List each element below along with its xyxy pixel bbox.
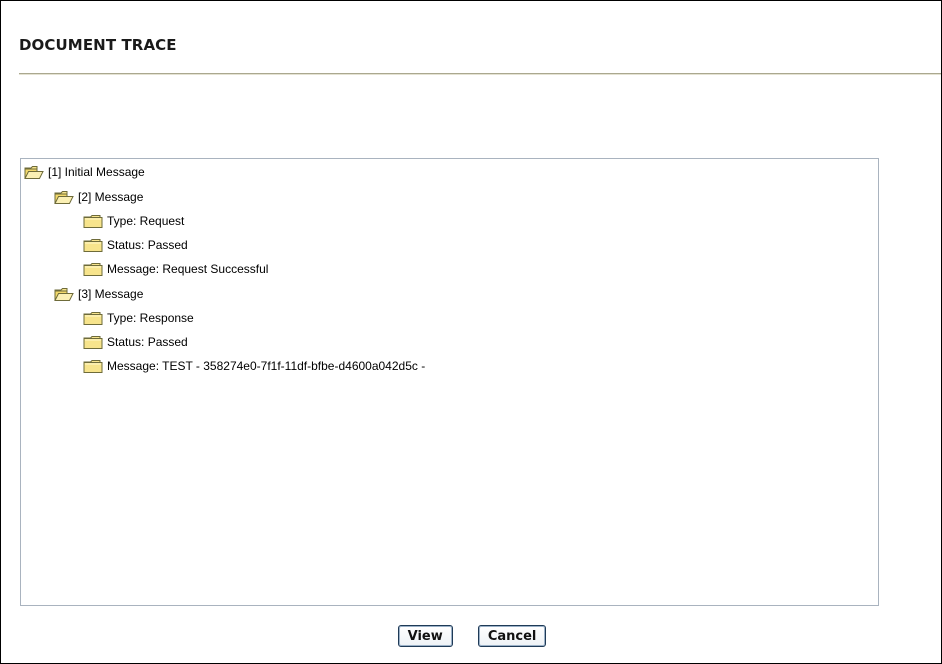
folder-closed-icon xyxy=(83,238,103,252)
trace-tree-panel[interactable]: [1] Initial Message [2] Message Type: Re… xyxy=(20,158,879,606)
tree-node-message-2[interactable]: [2] Message xyxy=(54,188,143,206)
tree-node-label: Type: Request xyxy=(107,214,185,228)
document-trace-window: DOCUMENT TRACE [1] Initial Message [2] M… xyxy=(0,0,942,664)
tree-node-message-request-successful[interactable]: Message: Request Successful xyxy=(83,260,268,278)
tree-node-label: Status: Passed xyxy=(107,238,188,252)
folder-open-icon xyxy=(54,287,74,301)
tree-node-status-passed[interactable]: Status: Passed xyxy=(83,236,188,254)
folder-closed-icon xyxy=(83,214,103,228)
folder-open-icon xyxy=(54,190,74,204)
view-button[interactable]: View xyxy=(397,625,453,647)
folder-closed-icon xyxy=(83,262,103,276)
tree-node-type-request[interactable]: Type: Request xyxy=(83,212,184,230)
folder-closed-icon xyxy=(83,335,103,349)
tree-node-message-3[interactable]: [3] Message xyxy=(54,285,143,303)
tree-node-type-response[interactable]: Type: Response xyxy=(83,309,194,327)
tree-node-message-test[interactable]: Message: TEST - 358274e0-7f1f-11df-bfbe-… xyxy=(83,357,425,375)
folder-open-icon xyxy=(24,165,44,179)
tree-node-label: Message: Request Successful xyxy=(107,262,269,276)
title-divider xyxy=(19,73,941,75)
cancel-button[interactable]: Cancel xyxy=(477,625,547,647)
tree-node-label: [2] Message xyxy=(78,190,144,204)
tree-node-label: Message: TEST - 358274e0-7f1f-11df-bfbe-… xyxy=(107,359,426,373)
page-title: DOCUMENT TRACE xyxy=(19,36,177,54)
tree-node-initial-message[interactable]: [1] Initial Message xyxy=(24,163,145,181)
tree-node-label: [1] Initial Message xyxy=(48,165,145,179)
tree-node-status-passed-2[interactable]: Status: Passed xyxy=(83,333,188,351)
folder-closed-icon xyxy=(83,359,103,373)
button-bar: View Cancel xyxy=(1,625,942,647)
folder-closed-icon xyxy=(83,311,103,325)
tree-node-label: Status: Passed xyxy=(107,335,188,349)
tree-node-label: [3] Message xyxy=(78,287,144,301)
tree-node-label: Type: Response xyxy=(107,311,194,325)
